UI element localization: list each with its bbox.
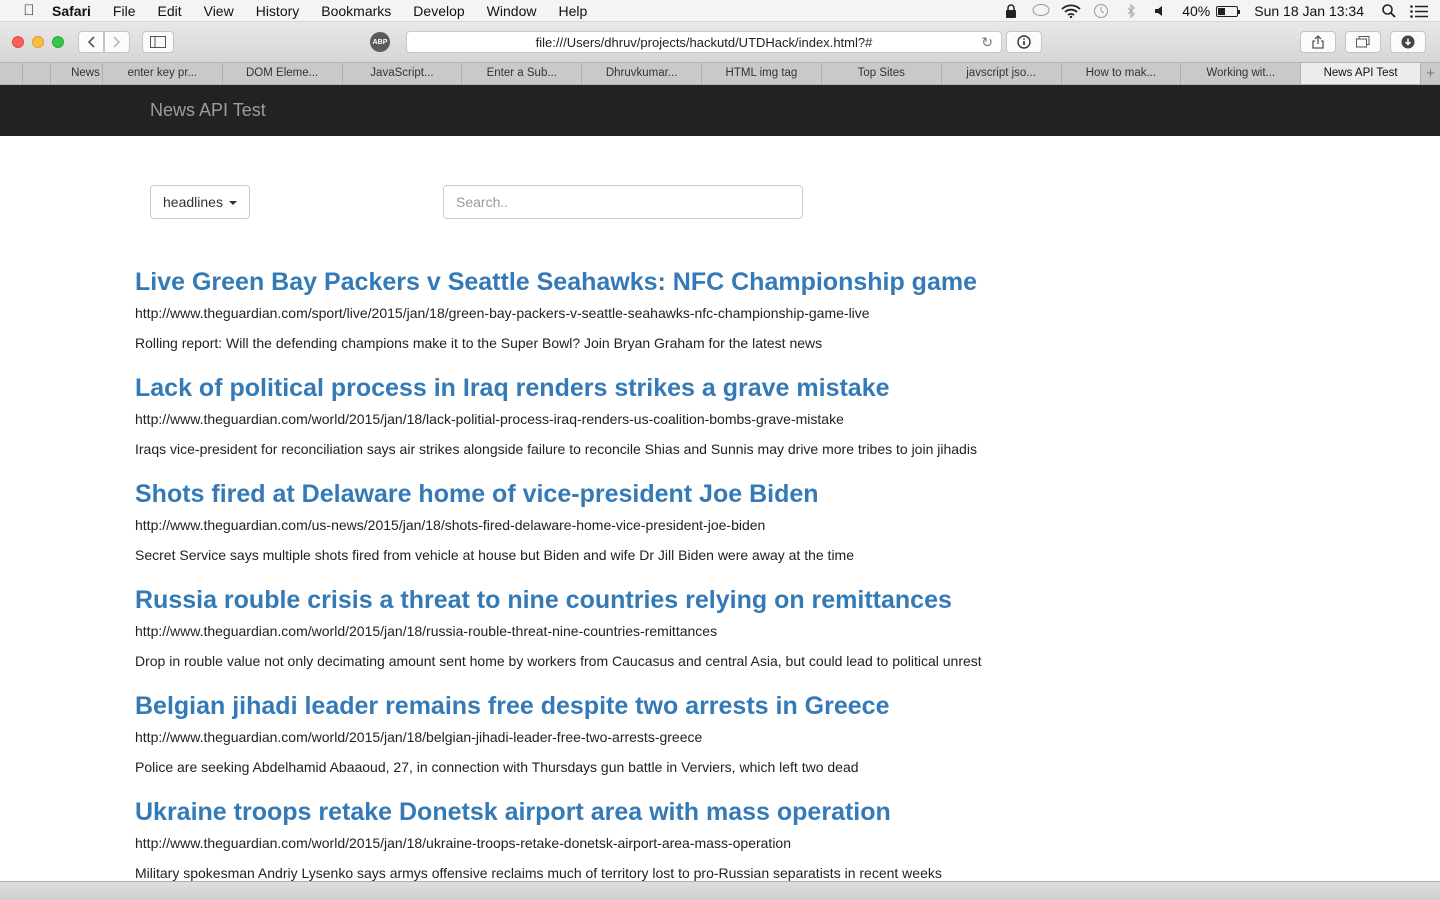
download-icon <box>1401 35 1415 49</box>
article-url: http://www.theguardian.com/world/2015/ja… <box>135 411 844 427</box>
article-item: Ukraine troops retake Donetsk airport ar… <box>135 795 1235 881</box>
article-item: Belgian jihadi leader remains free despi… <box>135 689 1235 795</box>
status-menus: 40% Sun 18 Jan 13:34 <box>996 0 1440 22</box>
messages-icon[interactable] <box>1026 0 1056 22</box>
article-title-link[interactable]: Ukraine troops retake Donetsk airport ar… <box>135 795 1235 829</box>
article-url: http://www.theguardian.com/sport/live/20… <box>135 305 870 321</box>
fullscreen-window-button[interactable] <box>52 36 64 48</box>
tabs-icon <box>1356 36 1370 48</box>
article-title-link[interactable]: Russia rouble crisis a threat to nine co… <box>135 583 1235 617</box>
page-info-button[interactable] <box>1006 31 1042 53</box>
article-url: http://www.theguardian.com/world/2015/ja… <box>135 835 791 851</box>
tab-working-with[interactable]: Working wit... <box>1180 63 1300 84</box>
site-brand[interactable]: News API Test <box>150 100 266 121</box>
tab-html-img-tag[interactable]: HTML img tag <box>701 63 821 84</box>
caret-down-icon <box>228 200 237 205</box>
sidebar-toggle-button[interactable] <box>142 31 174 53</box>
battery-fill <box>1218 7 1226 15</box>
article-description: Drop in rouble value not only decimating… <box>135 653 982 669</box>
article-description: Iraqs vice-president for reconciliation … <box>135 441 977 457</box>
menu-safari[interactable]: Safari <box>40 0 102 22</box>
back-button[interactable] <box>78 31 104 53</box>
article-title-link[interactable]: Shots fired at Delaware home of vice-pre… <box>135 477 1235 511</box>
close-window-button[interactable] <box>12 36 24 48</box>
sidebar-icon <box>150 36 166 48</box>
plus-icon: + <box>1426 65 1435 82</box>
menu-help[interactable]: Help <box>547 0 598 22</box>
share-icon <box>1312 35 1324 49</box>
notification-center-icon[interactable] <box>1404 0 1434 22</box>
tab-enter-key[interactable]: enter key pr... <box>101 63 222 84</box>
tab-javscript-json[interactable]: javscript jso... <box>940 63 1061 84</box>
tab-bar: News enter key pr... DOM Eleme... JavaSc… <box>0 62 1440 85</box>
article-description: Rolling report: Will the defending champ… <box>135 335 823 351</box>
menu-bookmarks[interactable]: Bookmarks <box>310 0 402 22</box>
article-description: Secret Service says multiple shots fired… <box>135 547 854 563</box>
bluetooth-icon[interactable] <box>1116 0 1146 22</box>
adblock-icon[interactable]: ABP <box>370 32 390 52</box>
battery-icon[interactable] <box>1216 5 1241 17</box>
minimize-window-button[interactable] <box>32 36 44 48</box>
lock-icon[interactable] <box>996 0 1026 22</box>
address-bar[interactable]: file:///Users/dhruv/projects/hackutd/UTD… <box>406 31 1002 53</box>
clock[interactable]: Sun 18 Jan 13:34 <box>1242 3 1374 19</box>
time-machine-icon[interactable] <box>1086 0 1116 22</box>
search-input[interactable] <box>443 185 803 219</box>
article-url: http://www.theguardian.com/world/2015/ja… <box>135 729 703 745</box>
apple-menu-icon[interactable]:  <box>18 2 40 19</box>
article-url: http://www.theguardian.com/us-news/2015/… <box>135 517 766 533</box>
menu-history[interactable]: History <box>245 0 311 22</box>
tab-dhruvkumar[interactable]: Dhruvkumar... <box>581 63 701 84</box>
tab-news[interactable]: News <box>49 63 102 84</box>
web-page: News API Test headlines Live Green Bay P… <box>0 85 1440 881</box>
article-description: Military spokesman Andriy Lysenko says a… <box>135 865 942 881</box>
chevron-left-icon <box>87 36 95 48</box>
tab-pinned[interactable] <box>0 63 22 84</box>
category-dropdown[interactable]: headlines <box>150 185 250 219</box>
browser-toolbar: ABP file:///Users/dhruv/projects/hackutd… <box>0 22 1440 62</box>
tab-news-api-test[interactable]: News API Test <box>1300 63 1420 84</box>
browser-status-bar <box>0 881 1440 900</box>
chevron-right-icon <box>113 36 121 48</box>
tab-javascript[interactable]: JavaScript... <box>341 63 462 84</box>
address-text: file:///Users/dhruv/projects/hackutd/UTD… <box>535 34 873 50</box>
menu-view[interactable]: View <box>193 0 245 22</box>
article-title-link[interactable]: Lack of political process in Iraq render… <box>135 371 1235 405</box>
article-item: Russia rouble crisis a threat to nine co… <box>135 583 1235 689</box>
article-item: Shots fired at Delaware home of vice-pre… <box>135 477 1235 583</box>
battery-percent: 40% <box>1182 3 1211 19</box>
menu-window[interactable]: Window <box>476 0 548 22</box>
menu-bar:  Safari File Edit View History Bookmark… <box>0 0 1440 22</box>
share-button[interactable] <box>1300 31 1336 53</box>
wifi-icon[interactable] <box>1056 0 1086 22</box>
forward-button[interactable] <box>104 31 130 53</box>
tab-overview-button[interactable] <box>1345 31 1381 53</box>
tab-top-sites[interactable]: Top Sites <box>820 63 941 84</box>
category-dropdown-label: headlines <box>163 194 223 210</box>
downloads-button[interactable] <box>1390 31 1426 53</box>
article-item: Live Green Bay Packers v Seattle Seahawk… <box>135 265 1235 371</box>
spotlight-search-icon[interactable] <box>1374 0 1404 22</box>
info-icon <box>1017 35 1031 49</box>
tab-dom-elements[interactable]: DOM Eleme... <box>221 63 342 84</box>
tab-enter-a-sub[interactable]: Enter a Sub... <box>461 63 581 84</box>
menu-edit[interactable]: Edit <box>146 0 192 22</box>
article-item: Lack of political process in Iraq render… <box>135 371 1235 477</box>
tab-how-to-make[interactable]: How to mak... <box>1060 63 1181 84</box>
article-url: http://www.theguardian.com/world/2015/ja… <box>135 623 718 639</box>
tab-blank[interactable] <box>21 63 50 84</box>
window-controls <box>12 36 64 48</box>
article-description: Police are seeking Abdelhamid Abaaoud, 2… <box>135 759 859 775</box>
reload-icon[interactable]: ↻ <box>981 34 993 51</box>
menu-file[interactable]: File <box>102 0 147 22</box>
volume-icon[interactable] <box>1146 0 1176 22</box>
article-title-link[interactable]: Belgian jihadi leader remains free despi… <box>135 689 1235 723</box>
new-tab-button[interactable]: + <box>1419 63 1440 84</box>
menu-develop[interactable]: Develop <box>402 0 475 22</box>
article-title-link[interactable]: Live Green Bay Packers v Seattle Seahawk… <box>135 265 1235 299</box>
article-list: Live Green Bay Packers v Seattle Seahawk… <box>135 265 1235 881</box>
